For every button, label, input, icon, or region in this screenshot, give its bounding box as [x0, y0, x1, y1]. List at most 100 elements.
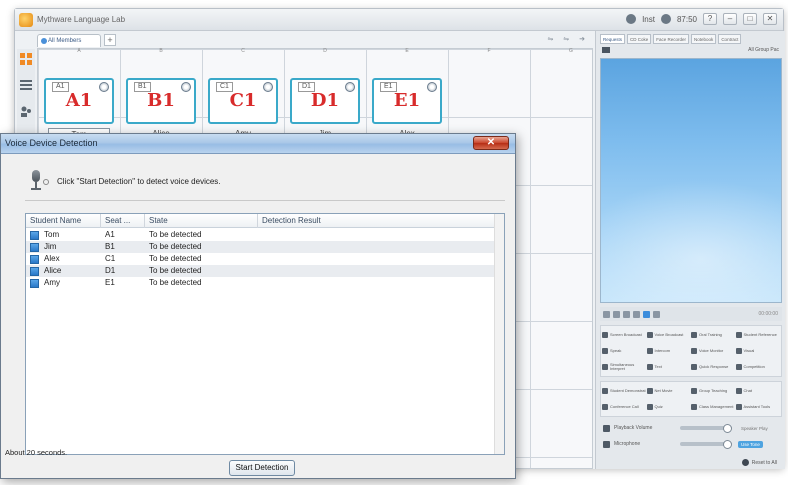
table-row[interactable]: Jim B1 To be detected: [26, 241, 504, 253]
tab-face-recorder[interactable]: Face Recorder: [653, 34, 690, 44]
seat-label: A1: [65, 90, 93, 111]
table-scrollbar[interactable]: [494, 214, 504, 454]
reset-all-button[interactable]: Reset to All: [741, 459, 777, 466]
speaker-play-toggle[interactable]: Speaker Play: [738, 425, 771, 432]
function-button[interactable]: Student Demonstrat: [602, 383, 647, 399]
function-button[interactable]: Voice Monitor: [691, 343, 736, 359]
column-header: C: [241, 48, 245, 54]
app-title: Mythware Language Lab: [37, 15, 126, 24]
fullscreen-icon[interactable]: [643, 310, 650, 318]
function-button[interactable]: Oral Training: [691, 327, 736, 343]
add-group-button[interactable]: +: [104, 34, 116, 46]
function-button[interactable]: Assistant Tools: [735, 399, 781, 415]
play-icon[interactable]: [603, 310, 610, 318]
seat-tools[interactable]: ⇋ ⇋ ➜: [548, 35, 590, 43]
cell-state: To be detected: [149, 278, 202, 287]
function-button[interactable]: Screen Broadcast: [602, 327, 647, 343]
cell-seat: C1: [105, 254, 116, 263]
seat-box[interactable]: E1 E1: [372, 78, 442, 124]
column-detection-result[interactable]: Detection Result: [258, 214, 496, 228]
function-label: Intercom: [654, 347, 671, 353]
function-label: Net Movie: [654, 387, 673, 393]
function-button[interactable]: Quiz: [646, 399, 692, 415]
grid-view-icon[interactable]: [20, 53, 32, 65]
table-row[interactable]: Alex C1 To be detected: [26, 253, 504, 265]
function-button[interactable]: Intercom: [646, 343, 692, 359]
tab-contract[interactable]: Contract: [718, 34, 742, 44]
function-button[interactable]: Text: [646, 359, 692, 375]
use-tone-button[interactable]: Use Tone: [738, 440, 763, 448]
reset-icon: [741, 459, 749, 466]
function-label: Oral Training: [699, 331, 722, 337]
function-grid-bottom: Student Demonstrat Net Movie Group Teachin…: [600, 381, 782, 417]
tab-requests[interactable]: Requests: [600, 34, 626, 44]
function-button[interactable]: Visual: [735, 343, 781, 359]
function-button[interactable]: Quick Response: [691, 359, 736, 375]
group-view-icon[interactable]: [20, 105, 32, 117]
function-label: Voice Monitor: [699, 347, 724, 353]
start-detection-button[interactable]: Start Detection: [229, 460, 295, 476]
dialog-title-bar[interactable]: Voice Device Detection ✕: [1, 134, 515, 154]
cell-detection-result: [258, 265, 262, 277]
cell-seat: A1: [105, 230, 115, 239]
all-group-label[interactable]: All Group Pac: [748, 47, 779, 53]
function-button[interactable]: Simultaneous Interpret: [602, 359, 647, 375]
function-icon: [646, 364, 653, 370]
column-header: A: [77, 48, 81, 54]
column-header: B: [159, 48, 163, 54]
column-student-name[interactable]: Student Name: [26, 214, 101, 228]
video-preview: [600, 58, 782, 303]
close-button[interactable]: ✕: [763, 13, 777, 25]
volume-icon[interactable]: [653, 310, 660, 318]
column-state[interactable]: State: [145, 214, 258, 228]
minimize-button[interactable]: –: [723, 13, 737, 25]
tab-notebook[interactable]: Notebook: [691, 34, 717, 44]
cell-seat: B1: [105, 242, 115, 251]
function-grid-top: Screen Broadcast Voice Broadcast Oral Trai…: [600, 325, 782, 377]
seat-box[interactable]: D1 D1: [290, 78, 360, 124]
function-button[interactable]: Class Management: [691, 399, 736, 415]
microphone-slider[interactable]: [680, 440, 732, 449]
dialog-status: About 20 seconds.: [5, 448, 68, 457]
table-row[interactable]: Alice D1 To be detected: [26, 265, 504, 277]
column-seat[interactable]: Seat ...: [101, 214, 145, 228]
function-button[interactable]: Net Movie: [646, 383, 692, 399]
maximize-button[interactable]: □: [743, 13, 757, 25]
dialog-close-button[interactable]: ✕: [473, 136, 509, 150]
table-header: Student Name Seat ... State Detection Re…: [26, 214, 504, 228]
table-row[interactable]: Amy E1 To be detected: [26, 277, 504, 289]
record-icon[interactable]: [633, 310, 640, 318]
function-label: Competition: [743, 363, 765, 369]
reset-all-label: Reset to All: [751, 459, 777, 466]
function-button[interactable]: Student Reference: [735, 327, 781, 343]
seat-label: B1: [147, 90, 175, 111]
function-button[interactable]: Speak: [602, 343, 647, 359]
function-icon: [735, 388, 742, 394]
function-button[interactable]: Chat: [735, 383, 781, 399]
function-icon: [735, 364, 742, 370]
function-button[interactable]: Voice Broadcast: [646, 327, 692, 343]
function-label: Group Teaching: [699, 387, 728, 393]
function-button[interactable]: Competition: [735, 359, 781, 375]
user-icon[interactable]: [626, 14, 637, 24]
playback-volume-slider[interactable]: [680, 424, 732, 433]
seat-box[interactable]: A1 A1: [44, 78, 114, 124]
right-panel-subbar: All Group Pac: [600, 46, 781, 56]
stop-icon[interactable]: [623, 310, 630, 318]
function-button[interactable]: Group Teaching: [691, 383, 736, 399]
seat-box[interactable]: B1 B1: [126, 78, 196, 124]
tab-cd-coke[interactable]: CD Coke: [627, 34, 652, 44]
pause-icon[interactable]: [613, 310, 620, 318]
help-button[interactable]: ?: [703, 13, 717, 25]
function-icon: [691, 404, 697, 410]
seat-label: C1: [229, 90, 257, 111]
list-view-icon[interactable]: [20, 79, 32, 91]
tab-all-members[interactable]: All Members: [37, 34, 101, 47]
function-button[interactable]: Conference Call: [602, 399, 647, 415]
right-panel-tabs: Requests CD Coke Face Recorder Notebook …: [600, 34, 781, 44]
cell-student-name: Alex: [44, 254, 60, 263]
function-icon: [602, 404, 608, 410]
table-row[interactable]: Tom A1 To be detected: [26, 229, 504, 241]
folder-icon[interactable]: [602, 47, 610, 53]
seat-box[interactable]: C1 C1: [208, 78, 278, 124]
